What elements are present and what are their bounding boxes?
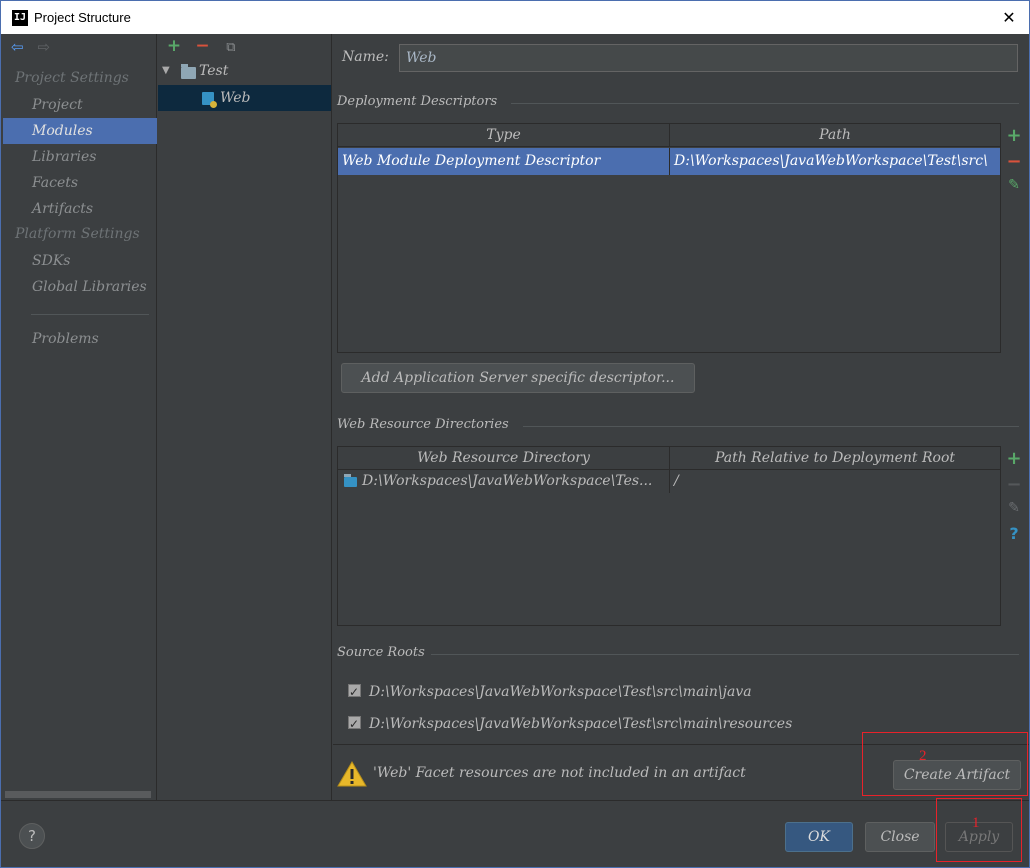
title-bar: IJ Project Structure ✕ xyxy=(0,0,1030,34)
sidebar-item-libraries[interactable]: Libraries xyxy=(3,144,157,170)
deployment-descriptors-table: Type Path Web Module Deployment Descript… xyxy=(337,123,1001,353)
web-resource-directories-heading: Web Resource Directories xyxy=(337,417,509,432)
sidebar-scrollbar[interactable] xyxy=(5,791,151,798)
source-roots-heading: Source Roots xyxy=(337,645,425,660)
sidebar-item-facets[interactable]: Facets xyxy=(3,170,157,196)
forward-arrow-icon[interactable]: ⇨ xyxy=(37,38,59,56)
column-header-path[interactable]: Path xyxy=(670,124,1001,147)
descriptor-path-cell[interactable]: D:\Workspaces\JavaWebWorkspace\Test\src\ xyxy=(670,148,1001,175)
add-module-icon[interactable]: + xyxy=(162,36,186,56)
remove-module-icon[interactable]: − xyxy=(190,36,214,56)
section-divider xyxy=(511,103,1019,104)
dialog-footer: ? OK Close Apply xyxy=(1,800,1029,867)
expand-arrow-icon[interactable]: ▼ xyxy=(162,58,170,84)
relative-path-cell[interactable]: / xyxy=(670,470,1001,493)
remove-descriptor-icon[interactable]: − xyxy=(1004,151,1024,172)
annotation-number-1: 1 xyxy=(972,815,980,831)
column-header-type[interactable]: Type xyxy=(338,124,670,147)
module-folder-icon xyxy=(181,64,196,79)
checkbox-checked-icon[interactable] xyxy=(348,681,361,703)
close-button[interactable]: Close xyxy=(865,822,935,852)
tree-node-test[interactable]: ▼ Test xyxy=(158,58,331,84)
sidebar-item-problems[interactable]: Problems xyxy=(3,326,157,352)
window-title: Project Structure xyxy=(34,10,131,25)
tree-toolbar: + − ⧉ xyxy=(162,36,243,56)
ok-button[interactable]: OK xyxy=(785,822,853,852)
web-resource-directory-cell[interactable]: D:\Workspaces\JavaWebWorkspace\Tes... xyxy=(338,470,670,493)
intellij-app-icon: IJ xyxy=(12,10,28,26)
back-arrow-icon[interactable]: ⇦ xyxy=(11,38,33,56)
settings-sidebar: ⇦ ⇨ Project Settings Project Modules Lib… xyxy=(1,34,157,800)
web-facet-icon xyxy=(202,92,217,108)
remove-web-resource-icon[interactable]: − xyxy=(1004,474,1024,495)
add-descriptor-icon[interactable]: + xyxy=(1004,125,1024,146)
source-root-label: D:\Workspaces\JavaWebWorkspace\Test\src\… xyxy=(369,684,752,700)
web-folder-icon xyxy=(344,474,357,487)
facet-warning-text: 'Web' Facet resources are not included i… xyxy=(373,765,746,781)
sidebar-divider xyxy=(31,314,149,315)
sidebar-item-project[interactable]: Project xyxy=(3,92,157,118)
help-icon[interactable]: ? xyxy=(19,823,45,849)
copy-module-icon[interactable]: ⧉ xyxy=(219,40,243,55)
source-root-checkbox-resources[interactable]: D:\Workspaces\JavaWebWorkspace\Test\src\… xyxy=(348,713,792,735)
tree-node-label: Web xyxy=(220,90,251,106)
facet-detail-panel: Name: Web Deployment Descriptors Type Pa… xyxy=(333,34,1029,800)
sidebar-item-modules[interactable]: Modules xyxy=(3,118,157,144)
annotation-number-2: 2 xyxy=(919,748,927,764)
name-field[interactable]: Web xyxy=(399,44,1018,72)
edit-descriptor-icon[interactable]: ✎ xyxy=(1004,177,1024,193)
window-close-icon[interactable]: ✕ xyxy=(999,7,1019,29)
tree-node-web[interactable]: Web xyxy=(158,85,331,111)
column-header-relative-path[interactable]: Path Relative to Deployment Root xyxy=(670,447,1001,470)
deployment-descriptors-heading: Deployment Descriptors xyxy=(337,94,498,109)
web-resource-table: Web Resource Directory Path Relative to … xyxy=(337,446,1001,626)
tree-node-label: Test xyxy=(199,63,229,79)
history-nav: ⇦ ⇨ xyxy=(11,38,59,58)
project-settings-heading: Project Settings xyxy=(15,70,129,86)
section-divider xyxy=(431,654,1019,655)
sidebar-item-global-libraries[interactable]: Global Libraries xyxy=(3,274,157,300)
warning-icon xyxy=(337,761,367,787)
descriptor-type-cell[interactable]: Web Module Deployment Descriptor xyxy=(338,148,670,175)
add-server-descriptor-button[interactable]: Add Application Server specific descript… xyxy=(341,363,695,393)
column-header-web-resource-directory[interactable]: Web Resource Directory xyxy=(338,447,670,470)
edit-web-resource-icon[interactable]: ✎ xyxy=(1004,500,1024,516)
sidebar-item-artifacts[interactable]: Artifacts xyxy=(3,196,157,222)
source-root-label: D:\Workspaces\JavaWebWorkspace\Test\src\… xyxy=(369,716,793,732)
platform-settings-heading: Platform Settings xyxy=(15,226,140,242)
checkbox-checked-icon[interactable] xyxy=(348,713,361,735)
section-divider xyxy=(523,426,1019,427)
add-web-resource-icon[interactable]: + xyxy=(1004,448,1024,469)
annotation-box-create-artifact xyxy=(862,732,1028,796)
sidebar-item-sdks[interactable]: SDKs xyxy=(3,248,157,274)
name-label: Name: xyxy=(342,49,389,65)
help-question-icon[interactable]: ? xyxy=(1004,524,1024,543)
module-tree-panel: + − ⧉ ▼ Test Web xyxy=(158,34,332,800)
source-root-checkbox-java[interactable]: D:\Workspaces\JavaWebWorkspace\Test\src\… xyxy=(348,681,752,703)
